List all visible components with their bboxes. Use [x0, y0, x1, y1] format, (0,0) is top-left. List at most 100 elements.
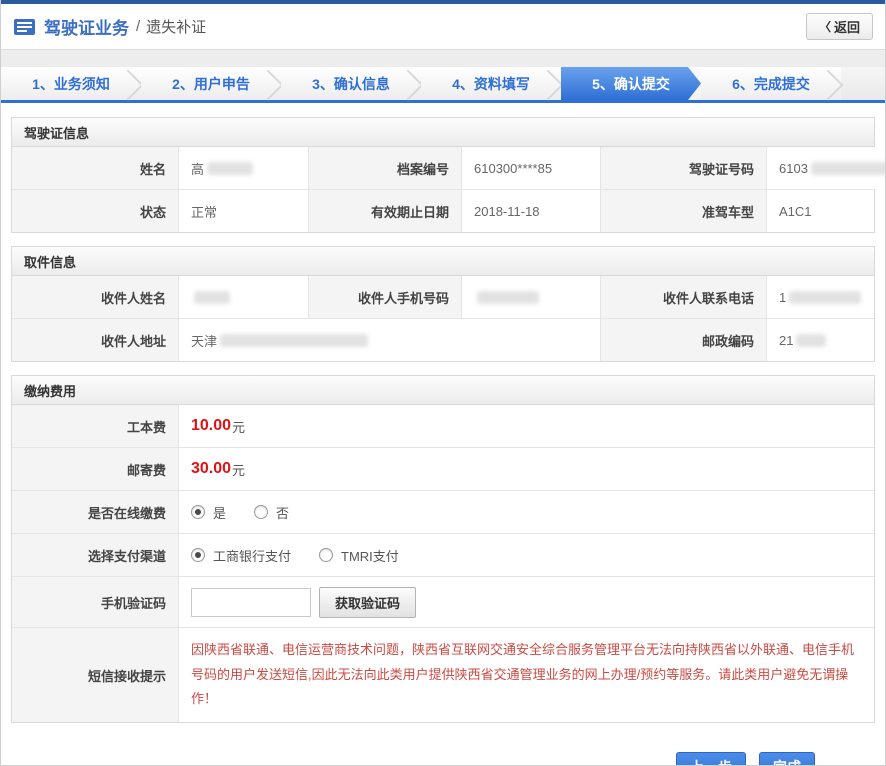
header-divider-band [1, 49, 885, 67]
radio-label: 否 [276, 503, 289, 522]
field-label: 收件人手机号码 [308, 276, 462, 318]
sms-notice-text: 因陕西省联通、电信运营商技术问题，陕西省互联网交通安全综合服务管理平台无法向持陕… [191, 638, 862, 712]
back-button-label: 返回 [834, 17, 860, 36]
radio-online-no[interactable]: 否 [254, 503, 289, 522]
fee-unit: 元 [232, 417, 245, 436]
field-label: 是否在线缴费 [12, 491, 179, 533]
payment-section-title: 缴纳费用 [11, 375, 875, 405]
step-label: 2、用户申告 [172, 74, 250, 94]
page-subtitle: 遗失补证 [146, 16, 206, 37]
step-5-confirm-submit-active: 5、确认提交 [561, 67, 701, 100]
step-2-user-declaration: 2、用户申告 [141, 67, 281, 100]
field-label: 有效期止日期 [308, 190, 462, 232]
field-label: 驾驶证号码 [600, 147, 767, 189]
radio-online-yes[interactable]: 是 [191, 503, 226, 522]
table-row-sms-code: 手机验证码 获取验证码 [12, 576, 874, 627]
step-1-business-notice: 1、业务须知 [1, 67, 141, 100]
online-payment-options: 是 否 [179, 491, 874, 533]
field-value-recipient-phone: 1 [767, 276, 874, 318]
fee-unit: 元 [232, 460, 245, 479]
breadcrumb: 驾驶证业务 / 遗失补证 [13, 14, 206, 39]
table-row: 收件人姓名 收件人手机号码 收件人联系电话 1 [12, 276, 874, 318]
field-label: 邮政编码 [600, 319, 767, 361]
radio-label: 是 [213, 503, 226, 522]
step-label: 6、完成提交 [732, 74, 810, 94]
license-section-title: 驾驶证信息 [11, 117, 875, 147]
fee-amount: 10.00 [191, 417, 231, 435]
field-value-expiry: 2018-11-18 [462, 190, 600, 232]
page: 驾驶证业务 / 遗失补证 〈 返回 1、业务须知 2、用户申告 3、确认信息 4… [0, 0, 886, 766]
field-value-recipient-address: 天津 [179, 319, 600, 361]
field-label: 状态 [12, 190, 179, 232]
field-value-status: 正常 [179, 190, 308, 232]
page-header: 驾驶证业务 / 遗失补证 〈 返回 [1, 4, 885, 49]
field-label: 档案编号 [308, 147, 462, 189]
mailing-fee-value: 30.00元 [179, 448, 874, 490]
radio-dot-icon [319, 548, 333, 562]
table-row-online-payment: 是否在线缴费 是 否 [12, 490, 874, 533]
step-label: 3、确认信息 [312, 74, 390, 94]
license-info-section: 驾驶证信息 姓名 高 档案编号 610300****85 驾驶证号码 6103 … [11, 117, 875, 233]
steps-filler [841, 67, 885, 100]
chevron-left-icon: 〈 [819, 18, 831, 35]
get-sms-code-button[interactable]: 获取验证码 [319, 587, 416, 618]
table-row-production-fee: 工本费 10.00元 [12, 405, 874, 447]
footer-actions: 上一步 完成 [11, 736, 875, 766]
radio-label: TMRI支付 [341, 546, 399, 565]
redacted-blur [220, 334, 368, 347]
redacted-blur [796, 334, 826, 347]
redacted-blur [789, 291, 861, 304]
radio-dot-icon [191, 548, 205, 562]
field-value-recipient-mobile [462, 276, 600, 318]
payment-channel-options: 工商银行支付 TMRI支付 [179, 534, 874, 576]
step-6-complete-submit: 6、完成提交 [701, 67, 841, 100]
step-label: 4、资料填写 [452, 74, 530, 94]
sms-code-cell: 获取验证码 [179, 577, 874, 627]
field-value-recipient-name [179, 276, 308, 318]
pickup-info-table: 收件人姓名 收件人手机号码 收件人联系电话 1 收件人地址 天津 邮政编码 21 [11, 276, 875, 362]
main-content: 驾驶证信息 姓名 高 档案编号 610300****85 驾驶证号码 6103 … [1, 103, 885, 766]
sms-code-input[interactable] [191, 588, 311, 617]
field-label: 选择支付渠道 [12, 534, 179, 576]
step-4-fill-data: 4、资料填写 [421, 67, 561, 100]
step-label: 1、业务须知 [32, 74, 110, 94]
step-label: 5、确认提交 [592, 74, 670, 94]
radio-channel-tmri[interactable]: TMRI支付 [319, 546, 399, 565]
production-fee-value: 10.00元 [179, 405, 874, 447]
field-value-vehicle-class: A1C1 [767, 190, 874, 232]
field-value-file-no: 610300****85 [462, 147, 600, 189]
table-row-sms-notice: 短信接收提示 因陕西省联通、电信运营商技术问题，陕西省互联网交通安全综合服务管理… [12, 627, 874, 722]
previous-step-button[interactable]: 上一步 [676, 752, 746, 766]
field-label: 手机验证码 [12, 577, 179, 627]
page-title: 驾驶证业务 [44, 14, 129, 39]
sms-notice-cell: 因陕西省联通、电信运营商技术问题，陕西省互联网交通安全综合服务管理平台无法向持陕… [179, 628, 874, 722]
field-value-postal-code: 21 [767, 319, 874, 361]
step-3-confirm-info: 3、确认信息 [281, 67, 421, 100]
field-label: 工本费 [12, 405, 179, 447]
field-label: 姓名 [12, 147, 179, 189]
payment-table: 工本费 10.00元 邮寄费 30.00元 是否在线缴费 是 否 [11, 405, 875, 723]
field-label: 短信接收提示 [12, 628, 179, 722]
radio-channel-icbc[interactable]: 工商银行支付 [191, 546, 291, 565]
pickup-info-section: 取件信息 收件人姓名 收件人手机号码 收件人联系电话 1 收件人地址 天津 邮政… [11, 246, 875, 362]
table-row-payment-channel: 选择支付渠道 工商银行支付 TMRI支付 [12, 533, 874, 576]
back-button[interactable]: 〈 返回 [806, 13, 873, 40]
table-row-mailing-fee: 邮寄费 30.00元 [12, 447, 874, 490]
table-row: 姓名 高 档案编号 610300****85 驾驶证号码 6103 [12, 147, 874, 189]
field-label: 收件人姓名 [12, 276, 179, 318]
field-label: 邮寄费 [12, 448, 179, 490]
license-info-table: 姓名 高 档案编号 610300****85 驾驶证号码 6103 状态 正常 … [11, 147, 875, 233]
finish-button[interactable]: 完成 [759, 752, 815, 766]
redacted-blur [207, 162, 253, 175]
field-value-license-no: 6103 [767, 147, 886, 189]
table-row: 状态 正常 有效期止日期 2018-11-18 准驾车型 A1C1 [12, 189, 874, 232]
breadcrumb-separator: / [136, 18, 140, 35]
fee-amount: 30.00 [191, 460, 231, 478]
pickup-section-title: 取件信息 [11, 246, 875, 276]
field-label: 准驾车型 [600, 190, 767, 232]
redacted-blur [194, 291, 230, 304]
field-label: 收件人联系电话 [600, 276, 767, 318]
field-value-name: 高 [179, 147, 308, 189]
radio-dot-icon [254, 505, 268, 519]
radio-dot-icon [191, 505, 205, 519]
